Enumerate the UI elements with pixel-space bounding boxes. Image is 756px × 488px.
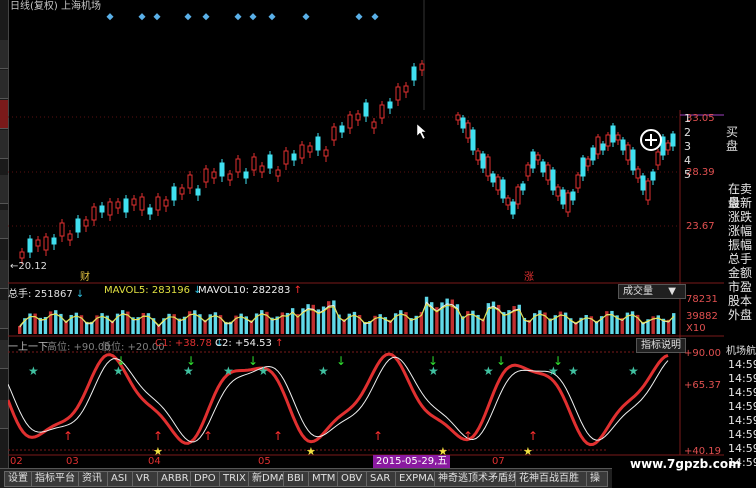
svg-text:★: ★ (568, 364, 579, 378)
airport-label: 机场航 (726, 346, 756, 357)
svg-text:↑: ↑ (153, 429, 163, 443)
tick-time: 14:59 (728, 428, 756, 441)
dropdown-arrow-icon: ▼ (668, 286, 676, 297)
field-pe: 市盈 (728, 280, 753, 294)
svg-text:↑: ↑ (203, 429, 213, 443)
tick-time: 14:59 (728, 414, 756, 427)
indicator-c2-label: C2: +54.53 ↑ (215, 338, 284, 349)
svg-text:↑: ↑ (273, 429, 283, 443)
tick-time: 14:59 (728, 386, 756, 399)
svg-text:★: ★ (28, 364, 39, 378)
selected-date-box: 2015-05-29,五 (373, 455, 451, 468)
volume-mavol5-label: MAVOL5: 283196 ↓ (104, 285, 202, 296)
indicator-tab[interactable]: 神奇逃顶术矛盾线 (434, 471, 520, 487)
svg-text:↓: ↓ (116, 354, 126, 368)
left-tab-active[interactable] (0, 100, 8, 129)
order-level-3: 3 (684, 140, 691, 153)
indicator-axis-top: +90.00 (684, 348, 722, 359)
svg-text:↑: ↑ (63, 429, 73, 443)
svg-text:↑: ↑ (373, 429, 383, 443)
chart-canvas[interactable]: ★ ★ ★ ★ ★ ★ ★ ★ ★ ★ ★★ ★ ★ ★↑ ↑ ↑ ↑ ↑ ↑ ↑↓ ↓ ↓ ↓ ↓ ↓ ↓ (8, 0, 724, 468)
field-amplitude: 振幅 (728, 238, 753, 252)
x-axis-label-04: 04 (148, 456, 161, 467)
crosshair-cursor-icon (640, 129, 662, 151)
left-tab[interactable] (0, 300, 8, 329)
field-last: 最新 (728, 196, 753, 210)
tick-time: 14:59 (728, 372, 756, 385)
svg-text:★: ★ (483, 364, 494, 378)
indicator-c1-label: C1: +38.78 ↓ (155, 338, 224, 349)
order-level-2: 2 (684, 126, 691, 139)
order-level-1: 1 (684, 112, 691, 125)
volume-axis-unit: X10 (686, 323, 706, 334)
order-level-5: 5 (684, 168, 691, 181)
field-change: 涨跌 (728, 210, 753, 224)
svg-text:★: ★ (628, 364, 639, 378)
svg-text:★: ★ (318, 364, 329, 378)
indicator-tab[interactable]: 指标平台 (31, 471, 83, 487)
tick-time: 14:59 (728, 442, 756, 455)
svg-text:★: ★ (258, 364, 269, 378)
indicator-tab-bar: 设置 指标平台 资讯 ASI VR ARBR DPO TRIX 新DMA BBI MTM OBV SAR… (0, 468, 612, 488)
x-axis-label-02: 02 (10, 456, 23, 467)
svg-text:↓: ↓ (248, 354, 258, 368)
indicator-axis-low: +40.19 (684, 446, 722, 457)
svg-text:★: ★ (223, 364, 234, 378)
left-tab[interactable] (0, 40, 8, 69)
indicator-axis-mid: +65.37 (684, 380, 722, 391)
finance-marker: 财 (80, 272, 90, 283)
left-tab[interactable] (0, 175, 8, 204)
left-tab[interactable] (0, 260, 8, 289)
x-axis-label-07: 07 (492, 456, 505, 467)
indicator-tab[interactable]: 新DMA (248, 471, 288, 487)
volume-mavol10-label: MAVOL10: 282283 ↑ (198, 285, 302, 296)
volume-bars (18, 296, 676, 334)
field-outer: 外盘 (728, 308, 753, 322)
x-axis-label-05: 05 (258, 456, 271, 467)
indicator-tab[interactable]: EXPMA (395, 471, 439, 487)
low-price-label: ←20.12 (10, 261, 48, 272)
indicator-help-button[interactable]: 指标说明 (636, 338, 686, 353)
x-axis-label-03: 03 (66, 456, 79, 467)
indicator-tab[interactable]: 花神百战百胜 (515, 471, 591, 487)
svg-text:↓: ↓ (186, 354, 196, 368)
limit-up-marker: 涨 (524, 272, 534, 283)
watermark: www.7gpzb.com (630, 457, 741, 471)
order-book-levels: 1 2 3 4 5 (684, 112, 724, 202)
candlestick-series (19, 60, 676, 264)
left-tab[interactable] (0, 70, 8, 99)
volume-panel-selector[interactable]: 成交量 ▼ (618, 284, 686, 299)
indicator-name: 一上一下 (8, 342, 48, 353)
indicator-signal-markers: ★ ★ ★ ★ ★ ★ ★ ★ ★ ★ ★★ ★ ★ ★↑ ↑ ↑ ↑ ↑ ↑ ↑↓ ↓ ↓ ↓ ↓ ↓ ↓ (28, 354, 639, 458)
field-volume: 总手 (728, 252, 753, 266)
svg-text:↓: ↓ (428, 354, 438, 368)
tick-time: 14:59 (728, 400, 756, 413)
field-amount: 金额 (728, 266, 753, 280)
volume-total-label: 总手: 251867 ↓ (8, 289, 85, 300)
svg-text:↑: ↑ (528, 429, 538, 443)
left-tab[interactable] (0, 210, 8, 239)
top-diamond-markers (106, 13, 379, 21)
volume-axis-top: 78231 (686, 294, 718, 305)
volume-axis-mid: 39882 (686, 311, 718, 322)
left-tab[interactable] (0, 130, 8, 159)
price-axis-23: 23.67 (686, 221, 715, 232)
svg-text:↑: ↑ (463, 429, 473, 443)
buy-side-label: 买 盘 (726, 125, 739, 153)
indicator-tab[interactable]: 操 (586, 471, 608, 487)
tick-time: 14:59 (728, 358, 756, 371)
left-tab[interactable] (0, 400, 8, 429)
svg-text:★: ★ (523, 445, 533, 458)
left-tab[interactable] (0, 340, 8, 369)
svg-text:★: ★ (306, 445, 316, 458)
svg-text:↓: ↓ (496, 354, 506, 368)
svg-text:↓: ↓ (553, 354, 563, 368)
svg-text:↓: ↓ (336, 354, 346, 368)
field-shares: 股本 (728, 294, 753, 308)
order-level-4: 4 (684, 154, 691, 167)
mouse-pointer-icon (416, 123, 427, 140)
field-change-pct: 涨幅 (728, 224, 753, 238)
